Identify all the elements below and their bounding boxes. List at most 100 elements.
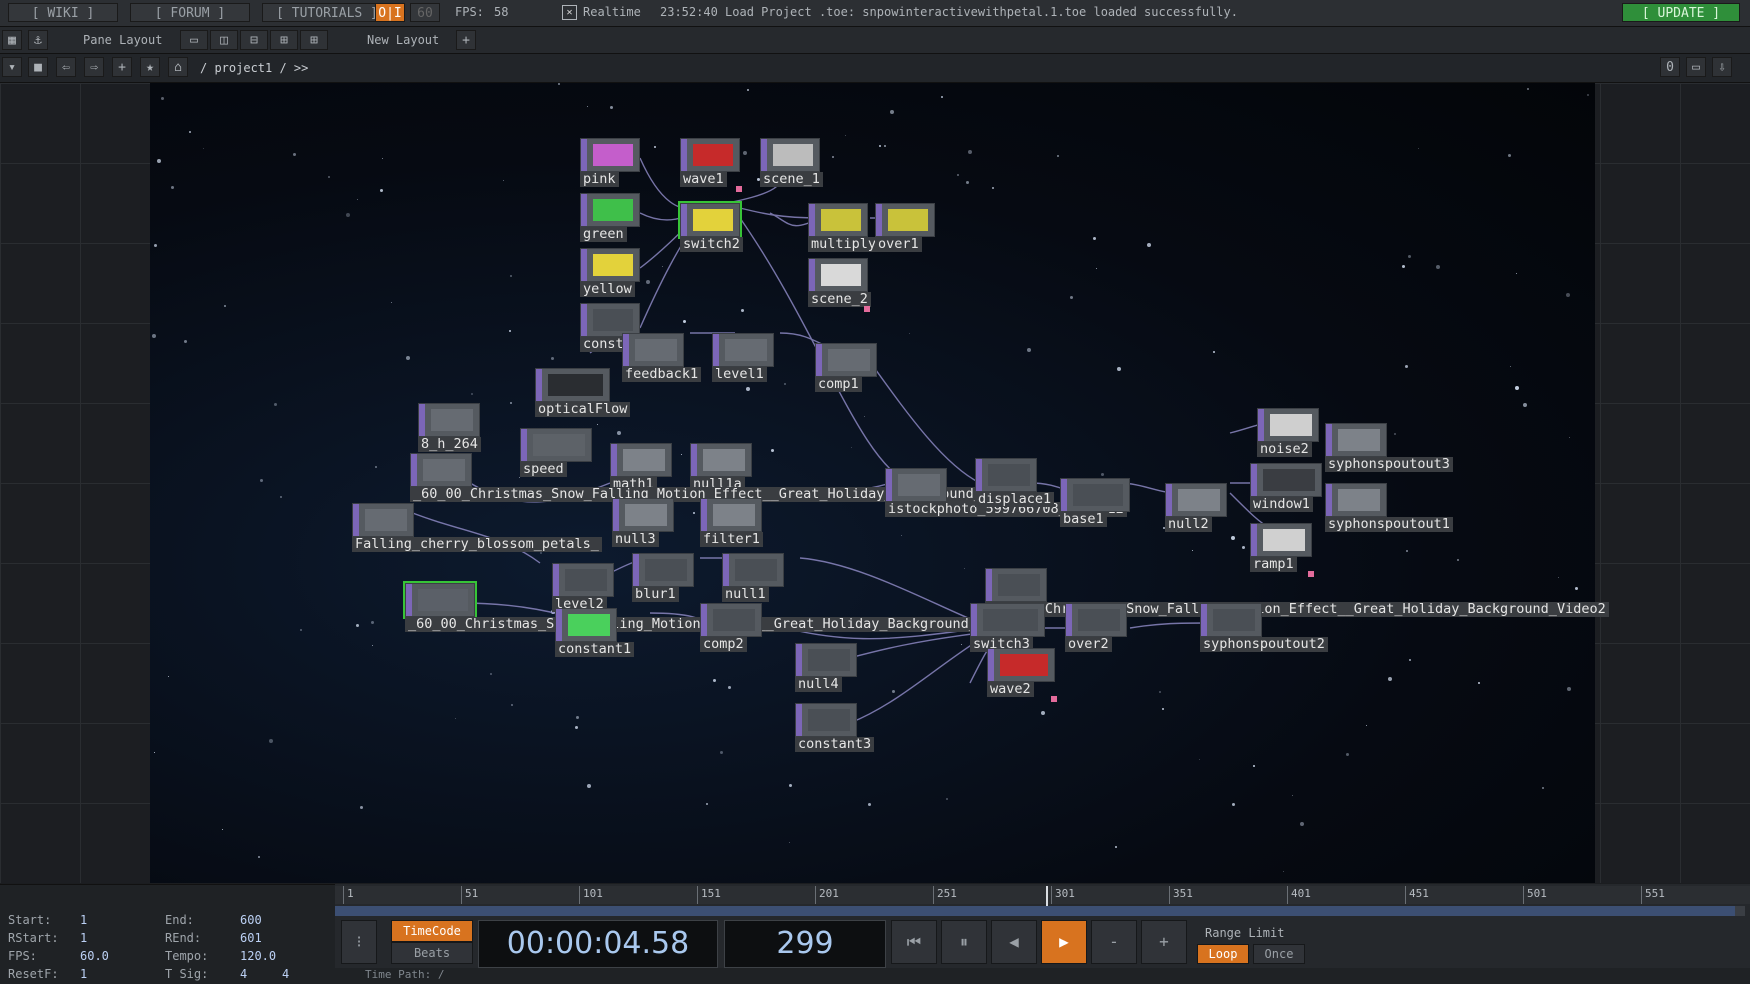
forum-link[interactable]: [ FORUM ] — [130, 3, 250, 22]
node-tile[interactable] — [875, 203, 935, 237]
node-tile[interactable] — [520, 428, 592, 462]
node-tile[interactable] — [975, 458, 1037, 492]
timecode-mode-button[interactable]: TimeCode — [391, 920, 473, 942]
node-tile[interactable] — [808, 203, 868, 237]
node-tile[interactable] — [580, 193, 640, 227]
forward-arrow-icon[interactable]: ⇨ — [84, 57, 104, 77]
frame-display[interactable]: 299 — [724, 920, 886, 968]
node-tile[interactable] — [722, 553, 784, 587]
playhead-cursor[interactable] — [1046, 886, 1049, 906]
node-tile[interactable] — [985, 568, 1047, 602]
timeline-scrub-track[interactable] — [335, 906, 1745, 916]
beats-mode-button[interactable]: Beats — [391, 942, 473, 964]
play-toggle-button[interactable]: O|I — [375, 3, 405, 22]
node-tile[interactable] — [1250, 463, 1322, 497]
step-back-icon[interactable]: ◀ — [991, 920, 1037, 964]
node-tile[interactable] — [352, 503, 414, 537]
play-icon[interactable]: ▶ — [1041, 920, 1087, 964]
plus-icon[interactable]: + — [112, 57, 132, 77]
download-icon[interactable]: ⇩ — [1712, 57, 1732, 77]
pane-layout-label: Pane Layout — [83, 33, 163, 47]
node-tile[interactable] — [700, 603, 762, 637]
timecode-display[interactable]: 00:00:04.58 — [478, 920, 718, 968]
node-tile[interactable] — [987, 648, 1055, 682]
node-tile[interactable] — [632, 553, 694, 587]
node-tile[interactable] — [1325, 483, 1387, 517]
end-value[interactable]: 600 — [240, 913, 262, 927]
layout-split-vertical-icon[interactable]: ◫ — [210, 30, 238, 50]
network-path[interactable]: / project1 / >> — [200, 61, 308, 75]
node-tile[interactable] — [580, 248, 640, 282]
node-tile[interactable] — [1325, 423, 1387, 457]
node-tile[interactable] — [1250, 523, 1312, 557]
back-arrow-icon[interactable]: ⇦ — [56, 57, 76, 77]
node-tile[interactable] — [612, 498, 674, 532]
node-tile[interactable] — [885, 468, 947, 502]
layout-single-icon[interactable]: ▭ — [180, 30, 208, 50]
node-tile[interactable] — [815, 343, 877, 377]
node-tile[interactable] — [1065, 603, 1127, 637]
pane-image-icon[interactable]: ▦ — [2, 30, 22, 50]
node-tile[interactable] — [580, 138, 640, 172]
node-tile[interactable] — [1200, 603, 1262, 637]
pause-icon[interactable]: ⏸ — [941, 920, 987, 964]
node-tile[interactable] — [403, 581, 477, 619]
rend-value[interactable]: 601 — [240, 931, 262, 945]
fps-setting-value[interactable]: 60.0 — [80, 949, 109, 963]
stop-icon[interactable]: ■ — [28, 57, 48, 77]
node-tile[interactable] — [760, 138, 820, 172]
speed-up-button[interactable]: + — [1141, 920, 1187, 964]
node-tile[interactable] — [622, 333, 684, 367]
tsig-numerator[interactable]: 4 — [240, 967, 247, 981]
fps-target[interactable]: 60 — [410, 3, 440, 22]
node-tile[interactable] — [808, 258, 868, 292]
resetf-value[interactable]: 1 — [80, 967, 87, 981]
node-tile[interactable] — [555, 608, 617, 642]
loop-button[interactable]: Loop — [1197, 944, 1249, 964]
star-icon[interactable]: ★ — [140, 57, 160, 77]
timeline-menu-icon[interactable]: ⁝ — [341, 920, 377, 964]
tutorials-link[interactable]: [ TUTORIALS ] — [262, 3, 392, 22]
node-tile[interactable] — [970, 603, 1045, 637]
range-bar[interactable] — [335, 906, 1735, 916]
network-editor[interactable]: pink green yellow const wave1 switch2 scene_1 m… — [0, 83, 1750, 883]
node-tile[interactable] — [712, 333, 774, 367]
node-tile[interactable] — [690, 443, 752, 477]
node-tile[interactable] — [418, 403, 480, 437]
slow-down-button[interactable]: - — [1091, 920, 1137, 964]
node-tile[interactable] — [535, 368, 610, 402]
add-layout-button[interactable]: + — [456, 30, 476, 50]
pane-anchor-icon[interactable]: ⚓ — [28, 30, 48, 50]
node-label: green — [580, 227, 627, 242]
node-tile[interactable] — [678, 201, 742, 239]
layout-four-icon[interactable]: ⊞ — [300, 30, 328, 50]
node-tile[interactable] — [1060, 478, 1130, 512]
update-button[interactable]: [ UPDATE ] — [1622, 3, 1740, 22]
realtime-checkbox[interactable]: ✕ — [562, 5, 577, 20]
wiki-link[interactable]: [ WIKI ] — [8, 3, 118, 22]
tsig-denominator[interactable]: 4 — [282, 967, 289, 981]
window-icon[interactable]: ▭ — [1686, 57, 1706, 77]
node-thumbnail — [888, 209, 928, 231]
node-tile[interactable] — [410, 453, 472, 487]
timeline-ruler[interactable]: 1 51 101 151 201 251 301 351 401 451 501 551 — [335, 886, 1750, 906]
layout-split-horizontal-icon[interactable]: ⊟ — [240, 30, 268, 50]
home-icon[interactable]: ⌂ — [168, 57, 188, 77]
node-tile[interactable] — [795, 643, 857, 677]
node-tile[interactable] — [700, 498, 762, 532]
node-tile[interactable] — [610, 443, 672, 477]
node-tile[interactable] — [552, 563, 614, 597]
start-value[interactable]: 1 — [80, 913, 87, 927]
node-tile[interactable] — [680, 138, 740, 172]
rstart-value[interactable]: 1 — [80, 931, 87, 945]
path-counter[interactable]: 0 — [1660, 57, 1680, 77]
node-tile[interactable] — [1165, 483, 1227, 517]
rewind-icon[interactable]: ⏮ — [891, 920, 937, 964]
node-tile[interactable] — [1257, 408, 1319, 442]
node-tile[interactable] — [795, 703, 857, 737]
chevron-down-icon[interactable]: ▾ — [2, 57, 22, 77]
node-tile[interactable] — [580, 303, 640, 337]
tempo-value[interactable]: 120.0 — [240, 949, 276, 963]
once-button[interactable]: Once — [1253, 944, 1305, 964]
layout-three-icon[interactable]: ⊞ — [270, 30, 298, 50]
